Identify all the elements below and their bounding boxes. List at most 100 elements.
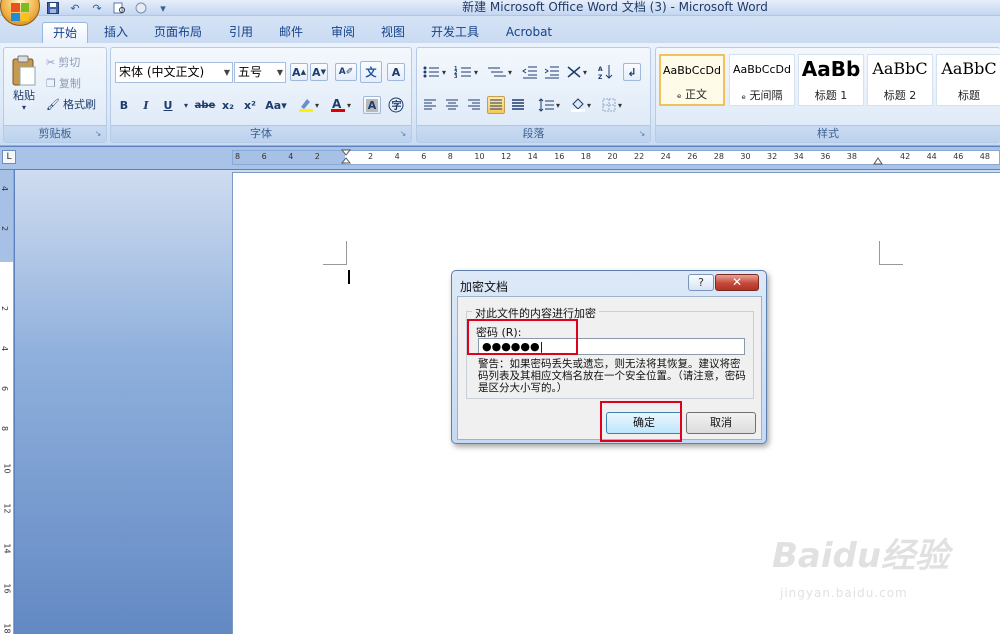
sort-button[interactable]: AZ [597,63,615,81]
shrink-font-button[interactable]: A ▼ [310,63,328,81]
tab-view[interactable]: 视图 [374,22,412,43]
paragraph-dialog-launcher-icon[interactable]: ↘ [637,129,647,139]
font-color-button[interactable]: A ▾ [327,96,357,114]
distributed-button[interactable] [509,96,527,114]
font-group-label: 字体 [111,125,411,142]
tab-acrobat[interactable]: Acrobat [498,22,560,43]
underline-button[interactable]: U [159,96,177,114]
right-indent-marker-icon[interactable] [873,154,883,166]
cancel-button[interactable]: 取消 [686,412,756,434]
tab-developer[interactable]: 开发工具 [424,22,486,43]
distributed-icon [512,99,524,110]
borders-button[interactable]: ▾ [601,96,629,114]
font-size-combo[interactable]: 五号 ▼ [234,62,286,83]
print-preview-icon[interactable] [112,1,126,15]
style-sample: AaBbCcDd [733,63,791,76]
vertical-ruler-tick: 14 [2,543,12,554]
tab-home[interactable]: 开始 [42,22,88,43]
text-cursor [348,270,350,284]
office-logo-icon [11,3,29,21]
style-no-spacing[interactable]: AaBbCcDd ₑ 无间隔 [729,54,795,106]
increase-indent-button[interactable] [543,63,561,81]
redo-icon[interactable]: ↷ [90,1,104,15]
style-heading-1[interactable]: AaBb 标题 1 [798,54,864,106]
tab-page-layout[interactable]: 页面布局 [148,22,208,43]
tab-references[interactable]: 引用 [222,22,260,43]
enclose-characters-icon: 字 [388,97,404,113]
tab-mailings[interactable]: 邮件 [272,22,310,43]
vertical-ruler-tick: 16 [2,583,12,594]
italic-button[interactable]: I [137,96,155,114]
align-left-button[interactable] [421,96,439,114]
vertical-ruler-tick: 12 [2,503,12,514]
title-bar: 新建 Microsoft Office Word 文档 (3) - Micros… [0,0,1000,16]
customize-qat-icon[interactable]: ▾ [156,1,170,15]
format-painter-button[interactable]: 🖌 格式刷 [46,96,96,112]
copy-button[interactable]: ❐ 复制 [46,75,81,91]
character-shading-button[interactable]: A [363,96,381,114]
vertical-ruler-tick: 10 [2,463,12,474]
increase-indent-icon [544,66,559,79]
clipboard-group: 粘贴 ▾ ✂ 剪切 ❐ 复制 🖌 格式刷 剪贴板 ↘ [3,47,107,143]
tab-insert[interactable]: 插入 [96,22,136,43]
paragraph-group-label: 段落 [417,125,650,142]
close-button[interactable]: ✕ [715,274,759,291]
shading-button[interactable]: ▾ [569,96,597,114]
justify-button[interactable] [487,96,505,114]
help-button[interactable]: ? [688,274,714,291]
copy-label: 复制 [58,77,81,90]
grow-font-button[interactable]: A ▲ [290,63,308,81]
tab-review[interactable]: 审阅 [324,22,362,43]
font-dialog-launcher-icon[interactable]: ↘ [398,129,408,139]
ruler-tick: 24 [660,152,671,161]
ruler-tick: 22 [634,152,645,161]
clear-formatting-button[interactable]: A✐ [335,63,357,81]
style-name: 标题 1 [814,89,848,102]
clipboard-dialog-launcher-icon[interactable]: ↘ [93,129,103,139]
style-title[interactable]: AaBbC 标题 [936,54,1000,106]
decrease-indent-button[interactable] [521,63,539,81]
subscript-button[interactable]: x₂ [219,96,237,114]
paste-button[interactable]: 粘贴 ▾ [7,52,41,114]
chinese-layout-button[interactable]: ▾ [565,63,593,81]
style-sample: AaBbC [872,59,928,78]
strikethrough-button[interactable]: abe [193,96,217,114]
phonetic-guide-button[interactable]: 文 [360,61,382,83]
font-color-icon: A ▾ [331,97,351,112]
style-normal[interactable]: AaBbCcDd ₑ 正文 [659,54,725,106]
ruler-tick: 46 [953,152,964,161]
ruler-tick: 6 [421,152,427,161]
highlighter-icon: ▾ [299,99,319,112]
highlight-color-button[interactable]: ▾ [295,96,325,114]
watermark-url: jingyan.baidu.com [780,586,908,600]
cut-button[interactable]: ✂ 剪切 [46,54,80,70]
superscript-button[interactable]: x² [241,96,259,114]
tab-selector-button[interactable]: L [2,150,16,164]
indent-marker-icon[interactable] [341,149,351,167]
show-hide-marks-button[interactable]: ↲ [623,63,641,81]
spell-check-icon[interactable] [134,1,148,15]
ruler-top-margin [0,170,13,262]
ruler-tick: 26 [687,152,698,161]
style-heading-2[interactable]: AaBbC 标题 2 [867,54,933,106]
style-sample: AaBbCcDd [663,64,721,77]
font-name-combo[interactable]: 宋体 (中文正文) ▼ [115,62,233,83]
line-spacing-button[interactable]: ▾ [537,96,565,114]
bullets-button[interactable]: ▾ [421,63,451,81]
align-center-icon [446,99,458,110]
bold-button[interactable]: B [115,96,133,114]
save-icon[interactable] [46,1,60,15]
vertical-ruler[interactable]: 4 2 2 4 6 8 10 12 14 16 18 [0,170,14,634]
enclose-characters-button[interactable]: 字 [387,96,405,114]
svg-text:▾: ▾ [315,101,319,110]
numbering-button[interactable]: 1 2 3 ▾ [453,63,483,81]
undo-icon[interactable]: ↶ [68,1,82,15]
svg-text:▾: ▾ [347,101,351,110]
change-case-button[interactable]: Aa▾ [263,96,289,114]
align-center-button[interactable] [443,96,461,114]
horizontal-ruler[interactable]: 8 6 4 2 2 4 6 8 10 12 14 16 18 20 22 24 26 28 30 32 34 36 38 42… [232,149,1000,167]
multilevel-list-button[interactable]: ▾ [485,63,517,81]
align-right-button[interactable] [465,96,483,114]
decrease-indent-icon [522,66,537,79]
character-border-button[interactable]: A [387,63,405,81]
